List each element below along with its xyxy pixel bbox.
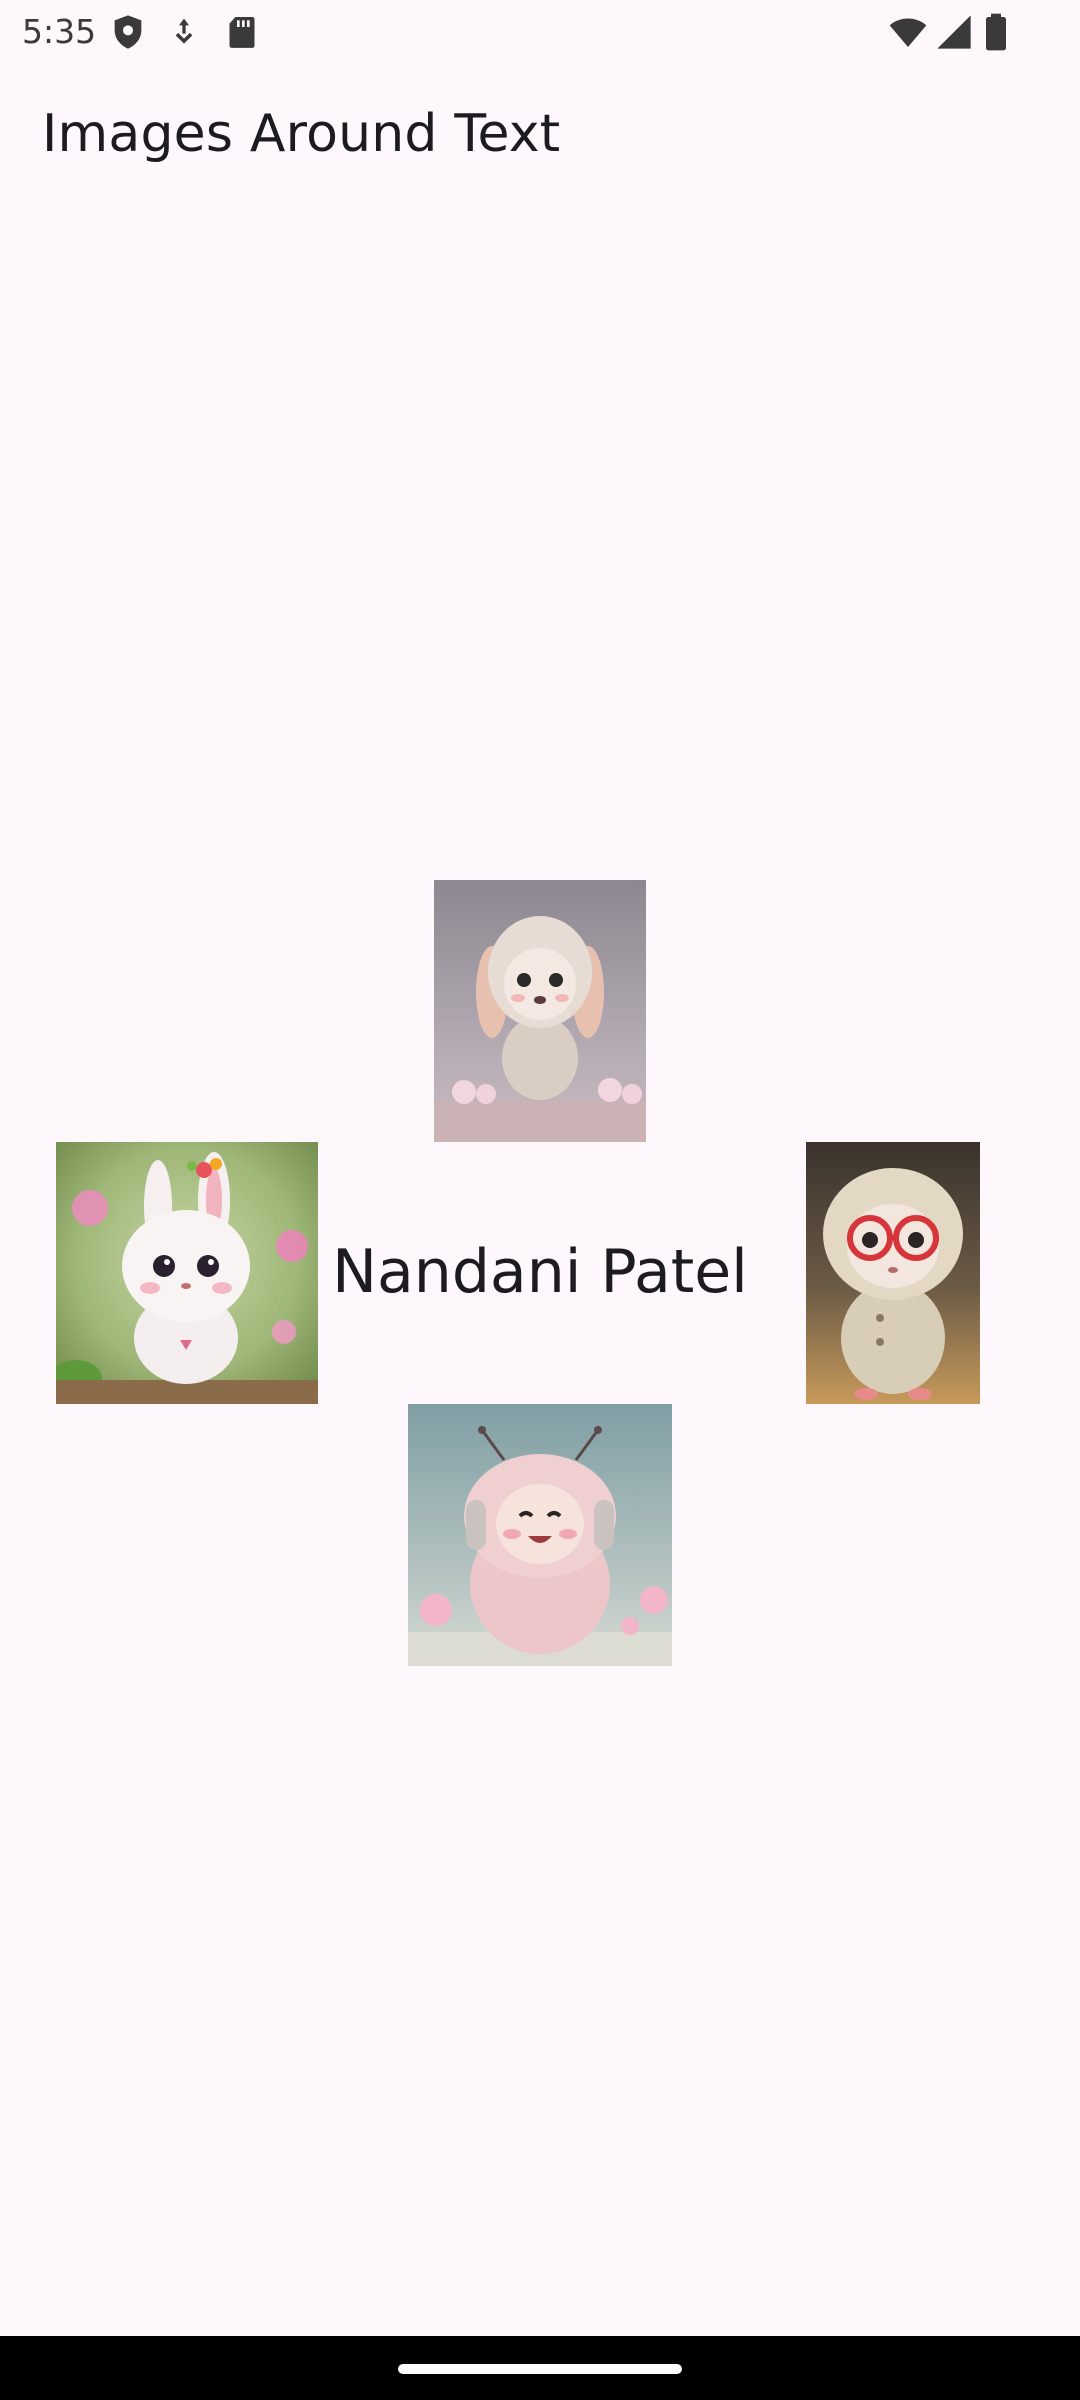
- image-left-bunny-flower: [56, 1142, 318, 1404]
- status-bar: 5:35: [0, 0, 1080, 64]
- image-right-bunny-glasses: [806, 1142, 980, 1404]
- cellular-signal-icon: [934, 12, 974, 52]
- image-bottom-fluffy-headphones: [408, 1404, 672, 1666]
- shield-icon: [108, 12, 148, 52]
- page-title: Images Around Text: [42, 104, 561, 164]
- home-gesture-pill[interactable]: [398, 2364, 682, 2374]
- wifi-icon: [888, 12, 928, 52]
- image-top-bunny-hoodie: [434, 880, 646, 1142]
- center-name-text: Nandani Patel: [332, 1237, 748, 1307]
- download-icon: [164, 12, 204, 52]
- sd-card-icon: [222, 12, 262, 52]
- navigation-bar: [0, 2336, 1080, 2400]
- battery-icon: [978, 12, 1014, 52]
- app-bar: Images Around Text: [0, 64, 1080, 208]
- status-time: 5:35: [22, 12, 97, 51]
